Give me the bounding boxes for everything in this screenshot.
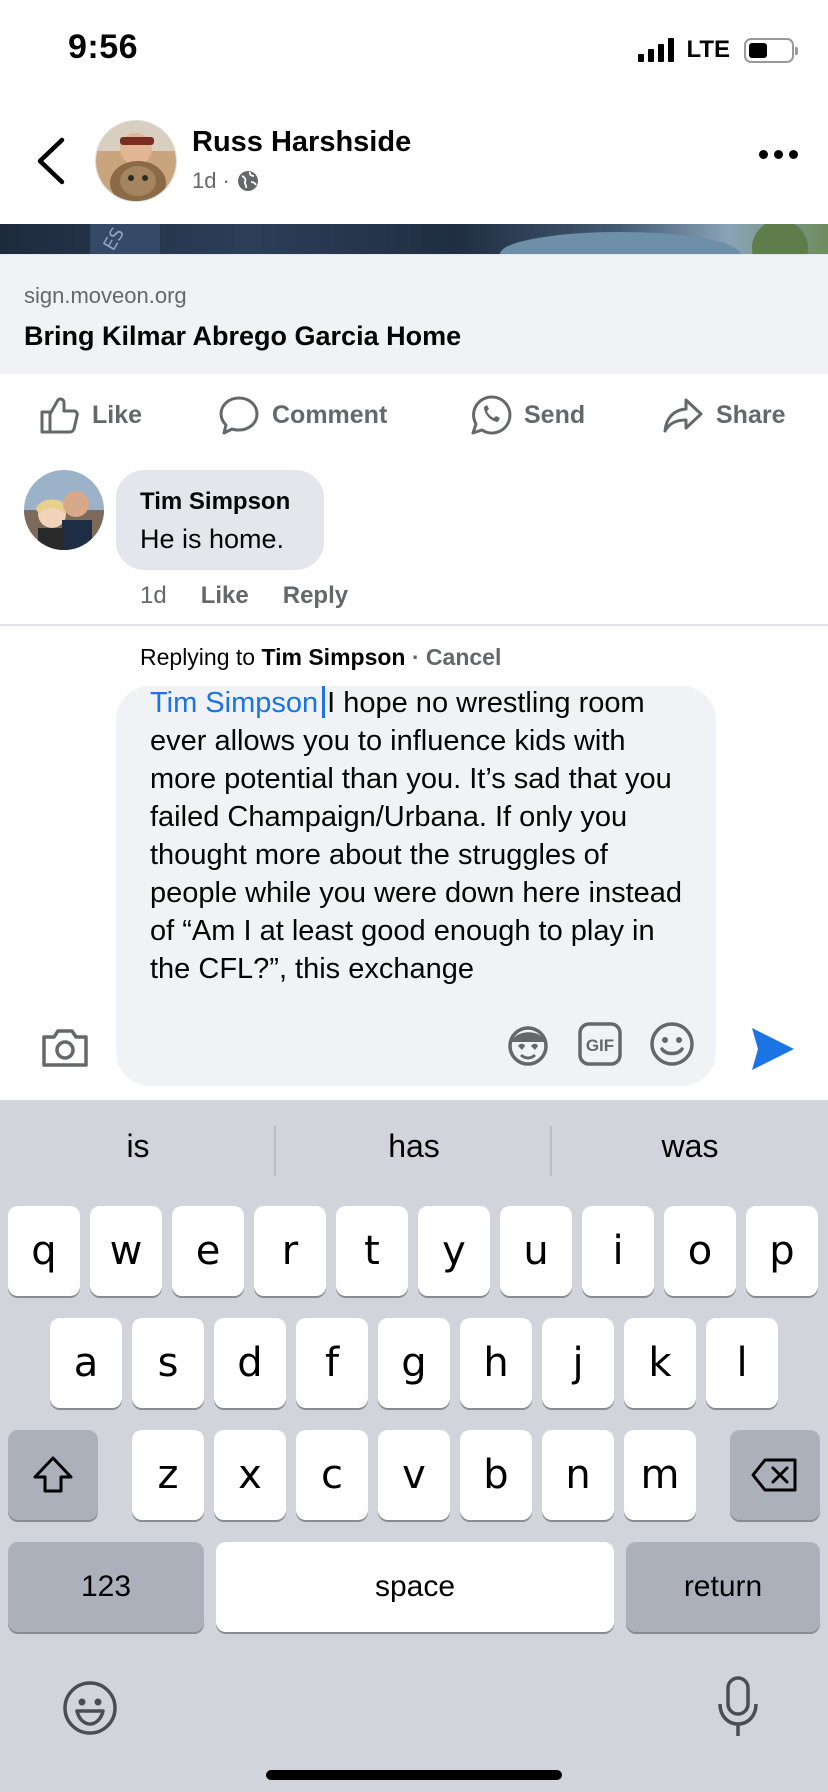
post-age: 1d — [192, 168, 217, 193]
shift-key[interactable] — [8, 1430, 98, 1520]
key-p[interactable]: p — [746, 1206, 818, 1296]
key-c[interactable]: c — [296, 1430, 368, 1520]
signal-icon — [638, 38, 675, 62]
key-f[interactable]: f — [296, 1318, 368, 1408]
shift-icon — [33, 1456, 73, 1493]
link-card[interactable]: sign.moveon.org Bring Kilmar Abrego Garc… — [0, 254, 828, 374]
send-arrow-icon[interactable] — [748, 1024, 796, 1074]
key-u[interactable]: u — [500, 1206, 572, 1296]
mention-tag: Tim Simpson — [150, 687, 319, 719]
like-button[interactable]: Like — [38, 394, 142, 436]
post-actions: Like Comment Send Share — [0, 380, 828, 452]
composer-tools: GIF — [504, 1020, 696, 1068]
text-cursor — [322, 686, 326, 718]
suggestion-bar: is has was — [0, 1100, 828, 1200]
key-m[interactable]: m — [624, 1430, 696, 1520]
key-l[interactable]: l — [706, 1318, 778, 1408]
gif-icon[interactable]: GIF — [576, 1020, 624, 1068]
status-bar: 9:56 LTE — [0, 0, 828, 100]
key-g[interactable]: g — [378, 1318, 450, 1408]
link-preview-image[interactable]: ES — [0, 224, 828, 254]
key-i[interactable]: i — [582, 1206, 654, 1296]
comment-bubble[interactable]: Tim Simpson He is home. — [116, 470, 324, 570]
send-label: Send — [524, 400, 586, 429]
key-n[interactable]: n — [542, 1430, 614, 1520]
microphone-icon[interactable] — [716, 1676, 760, 1738]
suggestion-3[interactable]: was — [552, 1128, 828, 1165]
comment-text: He is home. — [140, 524, 285, 554]
back-icon[interactable] — [32, 136, 72, 186]
key-h[interactable]: h — [460, 1318, 532, 1408]
reply-text-area[interactable]: Tim Simpson I hope no wrestling room ever… — [150, 684, 690, 988]
post-header: Russ Harshside 1d · — [0, 110, 828, 220]
return-key[interactable]: return — [626, 1542, 820, 1632]
share-label: Share — [716, 400, 786, 429]
svg-text:GIF: GIF — [586, 1036, 614, 1055]
emoji-keyboard-icon[interactable] — [62, 1680, 118, 1736]
key-k[interactable]: k — [624, 1318, 696, 1408]
suggestion-2[interactable]: has — [276, 1128, 552, 1165]
status-time: 9:56 — [68, 28, 139, 66]
commenter-avatar[interactable] — [24, 470, 104, 550]
cancel-reply-button[interactable]: Cancel — [426, 644, 501, 670]
globe-icon — [237, 171, 258, 191]
comment-label: Comment — [272, 400, 388, 429]
thumbs-up-icon — [40, 397, 79, 434]
key-v[interactable]: v — [378, 1430, 450, 1520]
key-o[interactable]: o — [664, 1206, 736, 1296]
space-key[interactable]: space — [216, 1542, 614, 1632]
key-a[interactable]: a — [50, 1318, 122, 1408]
comment-meta: 1d Like Reply — [140, 582, 348, 610]
key-w[interactable]: w — [90, 1206, 162, 1296]
home-indicator[interactable] — [266, 1770, 562, 1780]
like-label: Like — [92, 400, 143, 429]
divider — [0, 624, 828, 626]
backspace-icon — [751, 1458, 797, 1492]
key-r[interactable]: r — [254, 1206, 326, 1296]
emoji-icon[interactable] — [648, 1020, 696, 1068]
suggestion-1[interactable]: is — [0, 1128, 276, 1165]
reply-text: I hope no wrestling room ever allows you… — [150, 687, 683, 985]
numbers-key[interactable]: 123 — [8, 1542, 204, 1632]
more-options-icon[interactable] — [759, 150, 798, 159]
key-y[interactable]: y — [418, 1206, 490, 1296]
meta-dot: · — [222, 168, 230, 193]
key-e[interactable]: e — [172, 1206, 244, 1296]
key-q[interactable]: q — [8, 1206, 80, 1296]
comment-icon — [219, 396, 259, 435]
share-icon — [663, 398, 703, 433]
author-avatar[interactable] — [95, 120, 177, 202]
replying-to-bar: Replying to Tim Simpson · Cancel — [140, 644, 501, 671]
keyboard: is has was q w e r t y u i o p a s d f g… — [0, 1100, 828, 1792]
reply-separator: · — [411, 644, 420, 670]
reply-input[interactable]: Tim Simpson I hope no wrestling room ever… — [116, 686, 716, 1086]
key-t[interactable]: t — [336, 1206, 408, 1296]
link-domain: sign.moveon.org — [24, 283, 187, 308]
key-d[interactable]: d — [214, 1318, 286, 1408]
comment-button[interactable]: Comment — [218, 394, 387, 436]
key-b[interactable]: b — [460, 1430, 532, 1520]
key-x[interactable]: x — [214, 1430, 286, 1520]
post-meta: 1d · — [192, 168, 260, 194]
comment-reply-button[interactable]: Reply — [283, 582, 348, 610]
key-s[interactable]: s — [132, 1318, 204, 1408]
battery-icon — [744, 37, 798, 63]
key-z[interactable]: z — [132, 1430, 204, 1520]
author-name[interactable]: Russ Harshside — [192, 126, 411, 159]
replying-target: Tim Simpson — [261, 644, 406, 670]
share-button[interactable]: Share — [662, 394, 785, 436]
status-indicators: LTE — [638, 36, 798, 64]
avatar-sticker-icon[interactable] — [504, 1020, 552, 1068]
send-button[interactable]: Send — [470, 394, 585, 436]
commenter-name[interactable]: Tim Simpson — [140, 488, 300, 516]
camera-icon[interactable] — [40, 1022, 90, 1072]
key-j[interactable]: j — [542, 1318, 614, 1408]
network-label: LTE — [686, 36, 730, 63]
link-title: Bring Kilmar Abrego Garcia Home — [24, 321, 462, 351]
replying-prefix: Replying to — [140, 644, 256, 670]
comment-like-button[interactable]: Like — [201, 582, 249, 610]
whatsapp-icon — [471, 395, 512, 435]
comment-age: 1d — [140, 582, 167, 609]
backspace-key[interactable] — [730, 1430, 820, 1520]
